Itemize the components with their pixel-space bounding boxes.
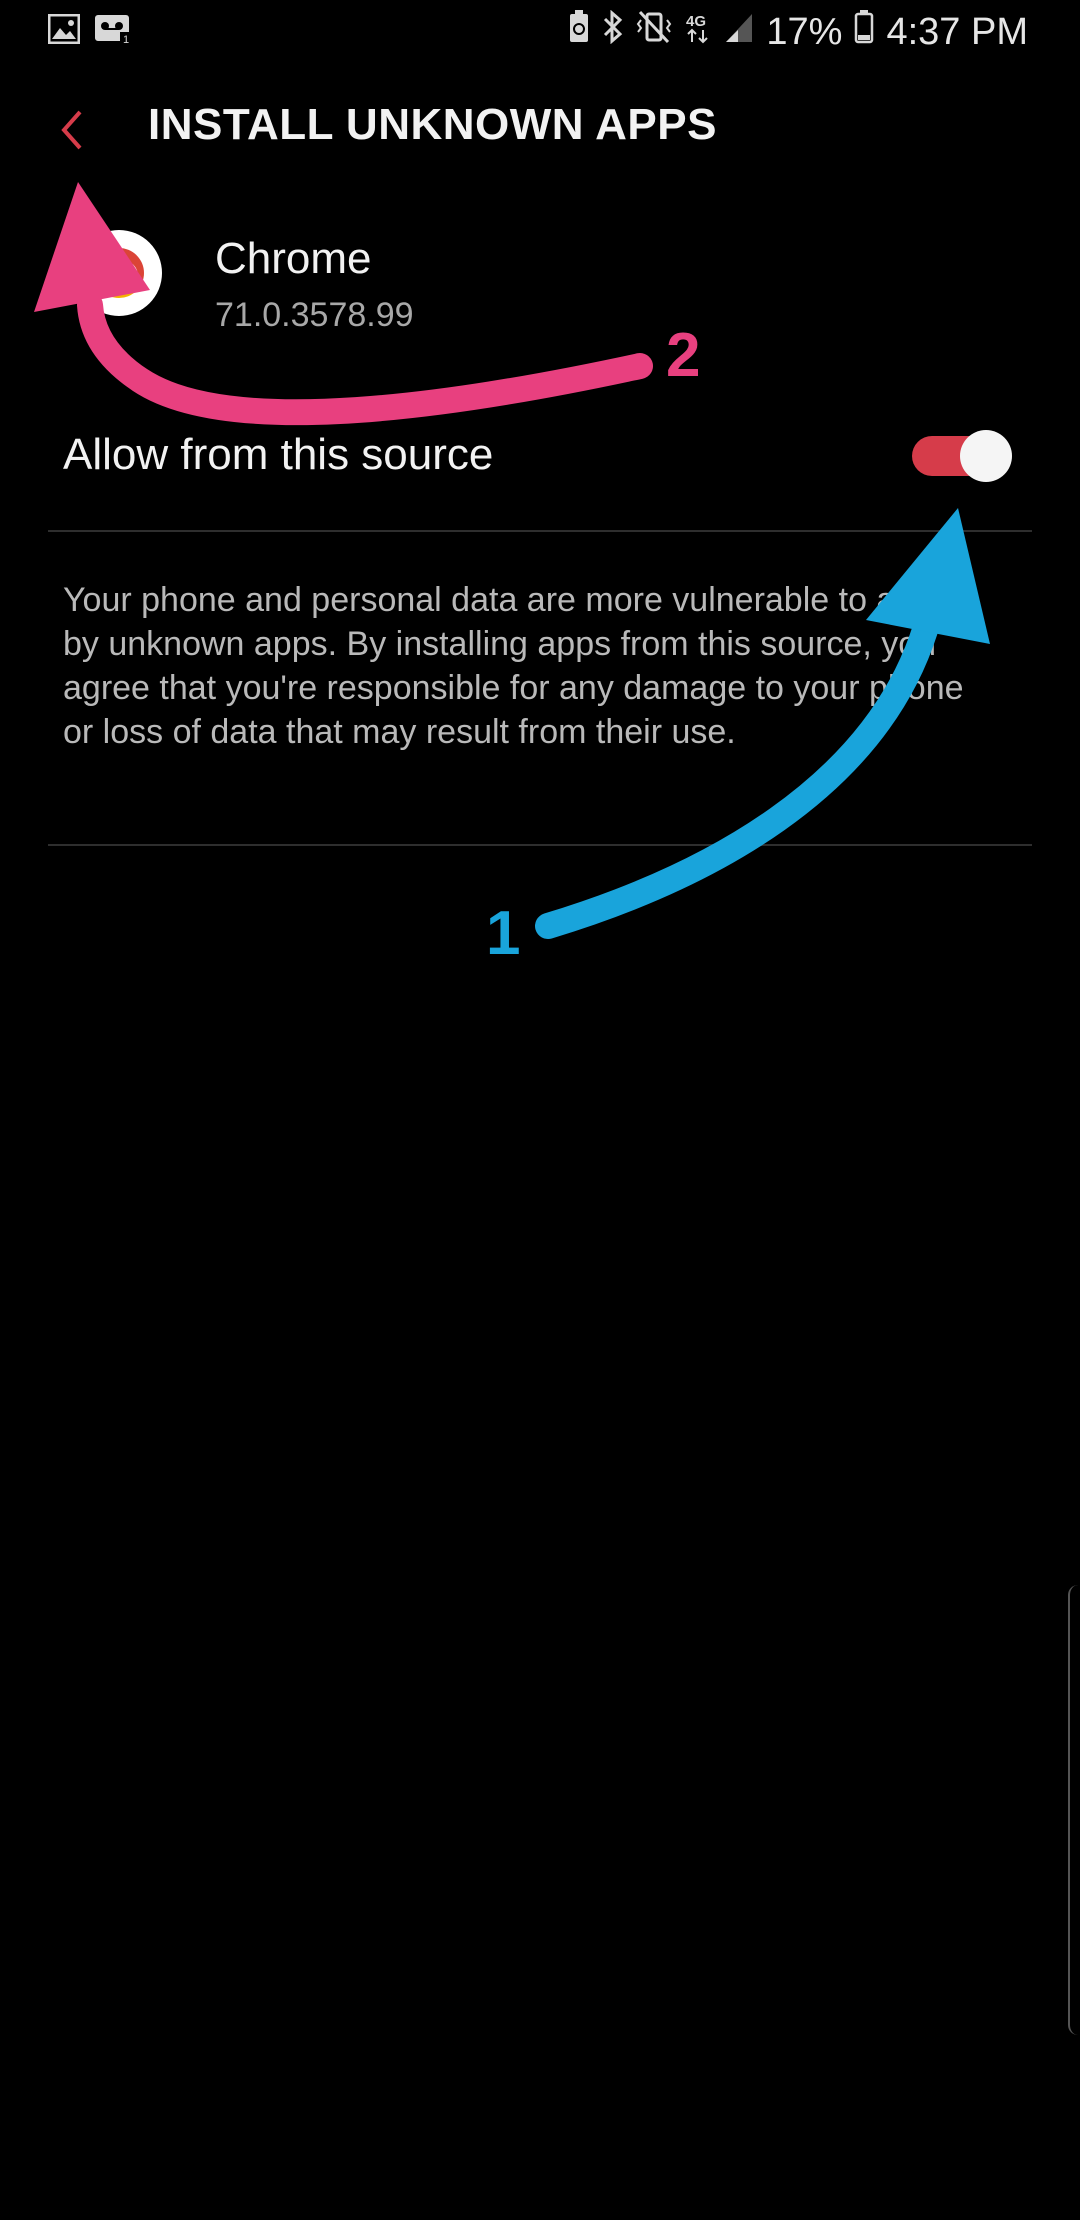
divider — [48, 844, 1032, 846]
app-name: Chrome — [215, 234, 372, 283]
battery-percentage: 17% — [766, 10, 843, 53]
app-info-row: Chrome 71.0.3578.99 — [0, 220, 1080, 350]
divider — [48, 530, 1032, 532]
battery-icon — [854, 10, 874, 54]
app-version: 71.0.3578.99 — [215, 296, 414, 334]
status-bar: 1 4G 17% 4:37 PM — [0, 0, 1080, 64]
voicemail-icon: 1 — [94, 14, 134, 49]
back-button[interactable] — [50, 100, 96, 160]
gallery-icon — [47, 13, 81, 49]
vibrate-mute-icon — [636, 10, 672, 54]
app-bar: INSTALL UNKNOWN APPS — [0, 90, 1080, 166]
svg-text:1: 1 — [123, 34, 129, 44]
status-right-icons: 4G 17% 4:37 PM — [568, 9, 1028, 54]
toggle-thumb — [960, 430, 1012, 482]
warning-text: Your phone and personal data are more vu… — [63, 581, 968, 751]
battery-saver-icon — [568, 10, 590, 54]
scrollbar[interactable] — [1068, 1585, 1080, 2035]
signal-icon — [724, 10, 754, 54]
chrome-icon — [76, 230, 162, 316]
allow-from-source-label: Allow from this source — [63, 430, 494, 479]
status-left-icons: 1 — [47, 13, 134, 49]
network-4g-icon: 4G — [684, 10, 712, 54]
svg-text:4G: 4G — [686, 13, 706, 30]
chevron-left-icon — [61, 110, 82, 150]
annotation-label-2: 2 — [666, 321, 701, 390]
page-title: INSTALL UNKNOWN APPS — [148, 100, 717, 149]
clock: 4:37 PM — [886, 10, 1028, 53]
allow-from-source-row[interactable]: Allow from this source — [0, 410, 1080, 510]
annotation-label-1: 1 — [486, 899, 521, 968]
allow-from-source-toggle[interactable] — [912, 430, 1012, 482]
bluetooth-icon — [602, 9, 624, 54]
